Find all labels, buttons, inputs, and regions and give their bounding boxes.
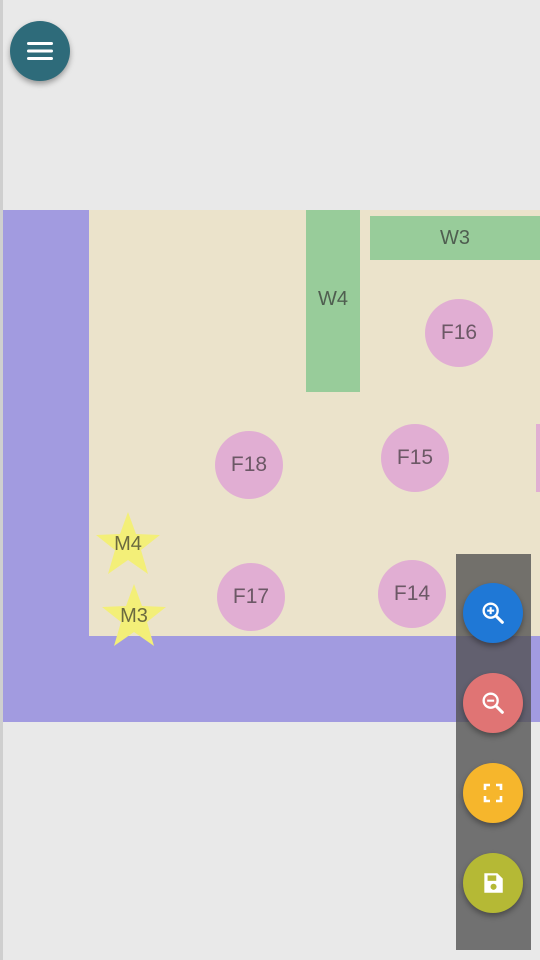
marker-m3[interactable]: M3 bbox=[100, 582, 168, 650]
save-icon bbox=[484, 873, 503, 893]
zone-f17[interactable]: F17 bbox=[217, 563, 285, 631]
wall-left bbox=[3, 210, 89, 722]
zoom-in-button[interactable] bbox=[463, 583, 523, 643]
zone-w3[interactable]: W3 bbox=[370, 216, 540, 260]
zone-f16[interactable]: F16 bbox=[425, 299, 493, 367]
zone-label: F15 bbox=[396, 446, 434, 469]
marker-label: M4 bbox=[114, 532, 142, 555]
map-controls-panel bbox=[456, 554, 531, 950]
zone-partial-edge bbox=[536, 424, 540, 492]
zoom-out-button[interactable] bbox=[463, 673, 523, 733]
zone-f18[interactable]: F18 bbox=[215, 431, 283, 499]
zone-label: W4 bbox=[318, 288, 348, 310]
marker-label: M3 bbox=[120, 604, 148, 627]
zone-label: F18 bbox=[230, 453, 268, 476]
fit-screen-button[interactable] bbox=[463, 763, 523, 823]
zone-label: F17 bbox=[232, 585, 270, 608]
fullscreen-icon bbox=[483, 783, 503, 803]
zone-label: W3 bbox=[440, 226, 470, 249]
marker-m4[interactable]: M4 bbox=[94, 510, 162, 578]
zone-w4[interactable]: W4 bbox=[306, 210, 360, 392]
save-button[interactable] bbox=[463, 853, 523, 913]
menu-button[interactable] bbox=[10, 21, 70, 81]
app-root: W3 W4 F14 F15 F16 F17 F18 M3 M4 bbox=[0, 0, 540, 960]
zoom-out-icon bbox=[482, 692, 504, 714]
zone-label: F16 bbox=[440, 321, 478, 344]
zoom-in-icon bbox=[482, 602, 504, 624]
zone-f14[interactable]: F14 bbox=[378, 560, 446, 628]
hamburger-menu-icon bbox=[27, 42, 53, 60]
zone-label: F14 bbox=[393, 582, 431, 605]
zone-f15[interactable]: F15 bbox=[381, 424, 449, 492]
